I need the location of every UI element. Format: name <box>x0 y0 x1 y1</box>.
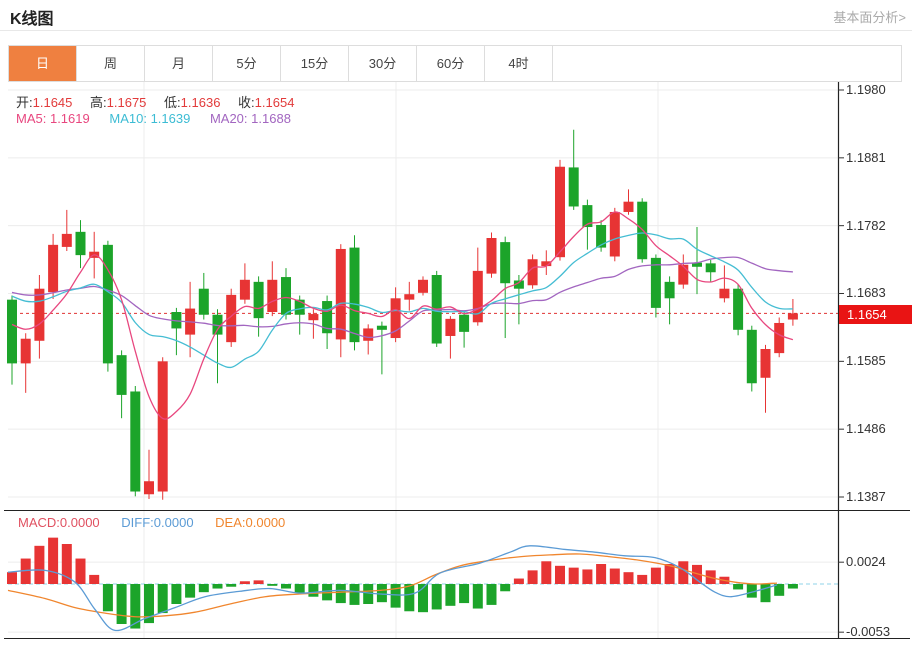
ma-readout: MA5: 1.1619 MA10: 1.1639 MA20: 1.1688 <box>16 111 291 126</box>
header-divider <box>0 30 912 31</box>
ma10-value: 1.1639 <box>150 111 191 126</box>
ma10-label: MA10: <box>109 111 147 126</box>
macd-readout: MACD:0.0000 DIFF:0.0000 DEA:0.0000 <box>18 515 285 530</box>
price-axis-label: 1.1881 <box>846 149 886 165</box>
tab-5min[interactable]: 5分 <box>213 46 281 81</box>
ma5-label: MA5: <box>16 111 47 126</box>
diff-label: DIFF: <box>121 515 154 530</box>
high-value: 1.1675 <box>106 95 147 110</box>
macd-axis-label: 0.0024 <box>846 554 886 570</box>
interval-tabbar: 日周月 5分 15分 30分 60分 4时 <box>8 45 902 82</box>
kline-page: { "header": { "title": "K线图", "link": "基… <box>0 0 912 646</box>
macd-axis-label: -0.0053 <box>846 624 891 640</box>
diff-value: 0.0000 <box>153 515 194 530</box>
open-label: 开: <box>16 95 33 110</box>
price-axis-label: 1.1486 <box>846 421 886 437</box>
macd-value: 0.0000 <box>59 515 100 530</box>
page-title: K线图 <box>10 11 54 28</box>
close-value: 1.1654 <box>254 95 295 110</box>
price-axis-label: 1.1585 <box>846 353 886 369</box>
low-label: 低: <box>164 95 181 110</box>
low-value: 1.1636 <box>180 95 221 110</box>
tab-month[interactable]: 月 <box>145 46 213 81</box>
fundamental-analysis-link[interactable]: 基本面分析> <box>833 7 906 26</box>
current-price-tag: 1.1654 <box>839 305 912 324</box>
tab-30min[interactable]: 30分 <box>349 46 417 81</box>
high-label: 高: <box>90 95 107 110</box>
price-axis-label: 1.1782 <box>846 217 886 233</box>
tab-15min[interactable]: 15分 <box>281 46 349 81</box>
tab-week[interactable]: 周 <box>77 46 145 81</box>
dea-value: 0.0000 <box>245 515 286 530</box>
price-axis-label: 1.1387 <box>846 488 886 504</box>
price-axis-label: 1.1980 <box>846 82 886 97</box>
macd-label: MACD: <box>18 515 60 530</box>
price-axis-label: 1.1683 <box>846 285 886 301</box>
ma5-value: 1.1619 <box>49 111 90 126</box>
tab-4hour[interactable]: 4时 <box>485 46 553 81</box>
tab-60min[interactable]: 60分 <box>417 46 485 81</box>
dea-label: DEA: <box>215 515 246 530</box>
open-value: 1.1645 <box>32 95 73 110</box>
ma20-value: 1.1688 <box>251 111 291 126</box>
tab-day[interactable]: 日 <box>9 46 77 81</box>
ma20-label: MA20: <box>209 111 248 126</box>
ohlc-readout: 开:1.1645 高:1.1675 低:1.1636 收:1.1654 <box>16 92 308 111</box>
close-label: 收: <box>238 95 255 110</box>
